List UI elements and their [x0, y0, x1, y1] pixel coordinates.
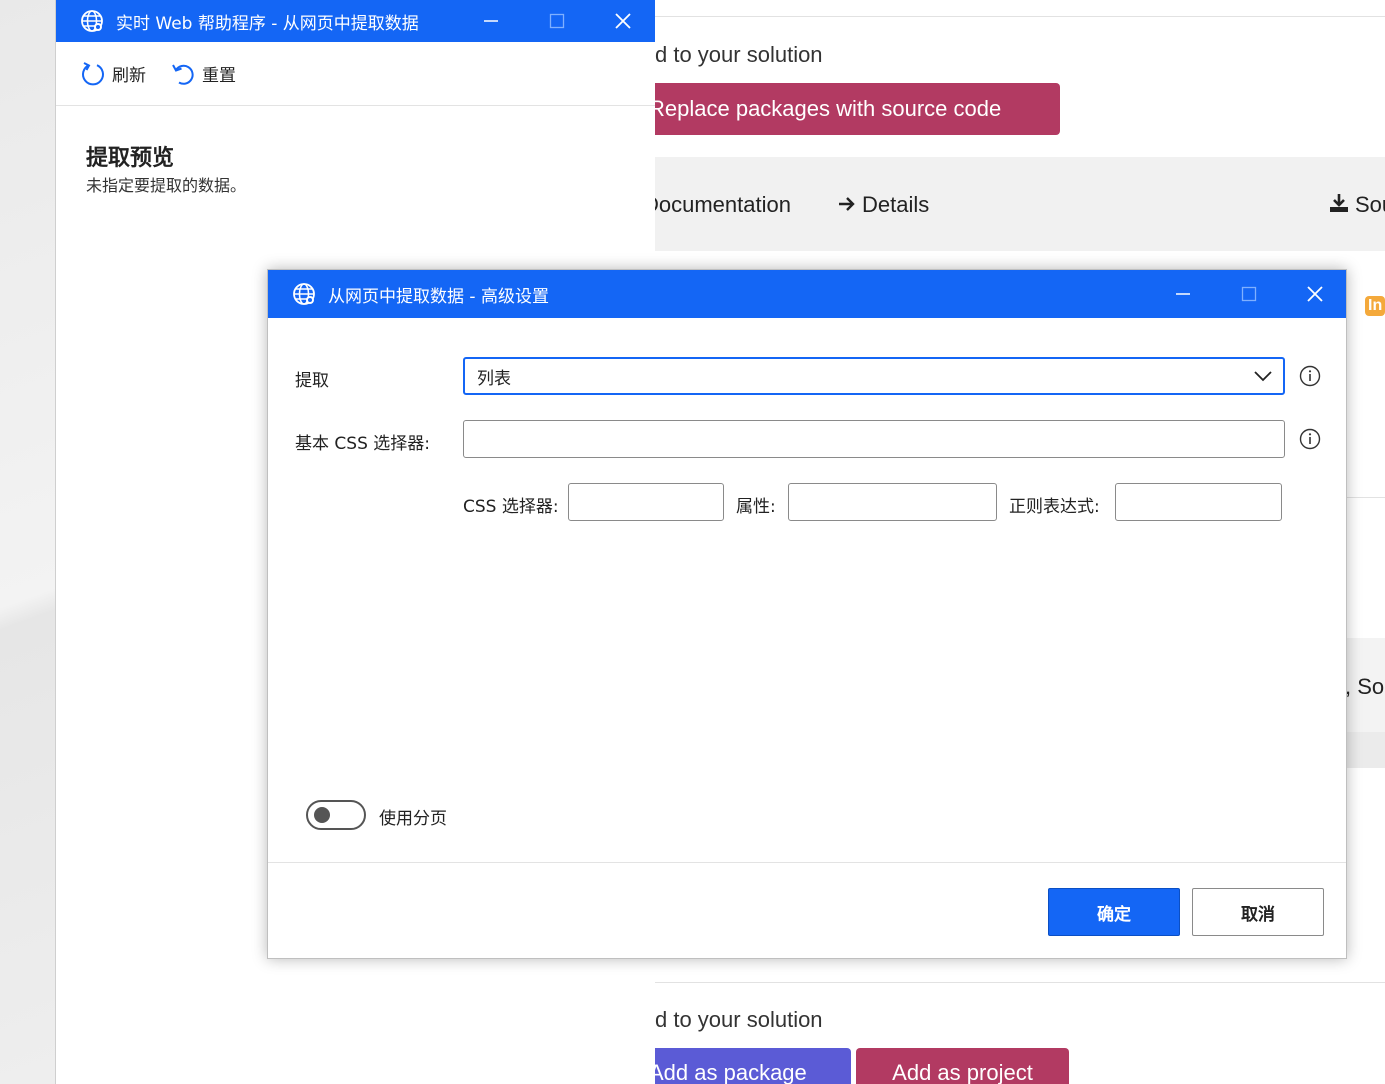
preview-subtitle: 未指定要提取的数据。	[86, 176, 247, 195]
add-as-package-button[interactable]: Add as package	[655, 1048, 851, 1084]
reset-label: 重置	[202, 66, 236, 86]
minimize-icon	[1176, 293, 1190, 295]
desktop-background	[0, 0, 60, 1084]
download-icon	[1328, 192, 1350, 218]
maximize-button[interactable]	[1216, 270, 1282, 318]
dialog-titlebar[interactable]: 从网页中提取数据 - 高级设置	[268, 270, 1346, 318]
add-as-project-button[interactable]: Add as project	[856, 1048, 1069, 1084]
helper-toolbar: 刷新 重置	[56, 42, 655, 106]
regex-input[interactable]	[1115, 483, 1282, 521]
status-badge: In	[1365, 296, 1385, 316]
solution-text: d to your solution	[655, 42, 823, 67]
source-link[interactable]: , Sou	[1345, 674, 1385, 700]
ok-button[interactable]: 确定	[1048, 888, 1180, 936]
pagination-toggle[interactable]	[306, 800, 366, 830]
pagination-label: 使用分页	[379, 809, 447, 829]
minimize-icon	[484, 20, 498, 22]
globe-icon	[80, 9, 104, 33]
dialog-title: 从网页中提取数据 - 高级设置	[328, 286, 549, 307]
preview-title: 提取预览	[86, 146, 175, 171]
toggle-knob	[314, 807, 330, 823]
chevron-down-icon	[1253, 367, 1273, 390]
minimize-button[interactable]	[458, 0, 524, 42]
reset-button[interactable]: 重置	[170, 61, 236, 87]
css-selector-input[interactable]	[568, 483, 724, 521]
solution-text-2: d to your solution	[655, 1007, 823, 1032]
close-icon	[1307, 286, 1323, 302]
arrow-right-icon	[837, 194, 857, 218]
close-button[interactable]	[1282, 270, 1348, 318]
footer-divider	[268, 862, 1346, 863]
attribute-label: 属性:	[736, 497, 776, 517]
base-css-input[interactable]	[463, 420, 1285, 458]
close-button[interactable]	[590, 0, 656, 42]
close-icon	[615, 13, 631, 29]
replace-packages-button[interactable]: Replace packages with source code	[655, 83, 1060, 135]
maximize-icon	[1241, 286, 1257, 302]
info-icon[interactable]	[1299, 428, 1321, 450]
helper-title: 实时 Web 帮助程序 - 从网页中提取数据	[116, 13, 419, 34]
minimize-button[interactable]	[1150, 270, 1216, 318]
divider	[655, 16, 1385, 17]
undo-icon	[172, 64, 194, 85]
helper-titlebar[interactable]: 实时 Web 帮助程序 - 从网页中提取数据	[56, 0, 655, 42]
maximize-icon	[549, 13, 565, 29]
nav-documentation-link[interactable]: Documentation	[655, 192, 791, 218]
info-icon[interactable]	[1299, 365, 1321, 387]
extract-label: 提取	[295, 371, 329, 391]
attribute-input[interactable]	[788, 483, 997, 521]
maximize-button[interactable]	[524, 0, 590, 42]
refresh-icon	[82, 61, 104, 85]
css-selector-label: CSS 选择器:	[463, 497, 559, 517]
extract-dropdown[interactable]: 列表	[463, 357, 1285, 395]
regex-label: 正则表达式:	[1009, 497, 1100, 517]
extract-value: 列表	[477, 368, 511, 389]
globe-icon	[292, 282, 316, 306]
divider	[655, 982, 1385, 983]
cancel-button[interactable]: 取消	[1192, 888, 1324, 936]
nav-source-link[interactable]: Sou	[1355, 192, 1385, 218]
nav-details-link[interactable]: Details	[862, 192, 929, 218]
refresh-button[interactable]: 刷新	[80, 61, 146, 87]
refresh-label: 刷新	[112, 66, 146, 86]
base-css-label: 基本 CSS 选择器:	[295, 434, 430, 454]
advanced-settings-dialog: 从网页中提取数据 - 高级设置 提取 列表 基本 CSS 选择器: CSS 选择…	[267, 269, 1347, 959]
